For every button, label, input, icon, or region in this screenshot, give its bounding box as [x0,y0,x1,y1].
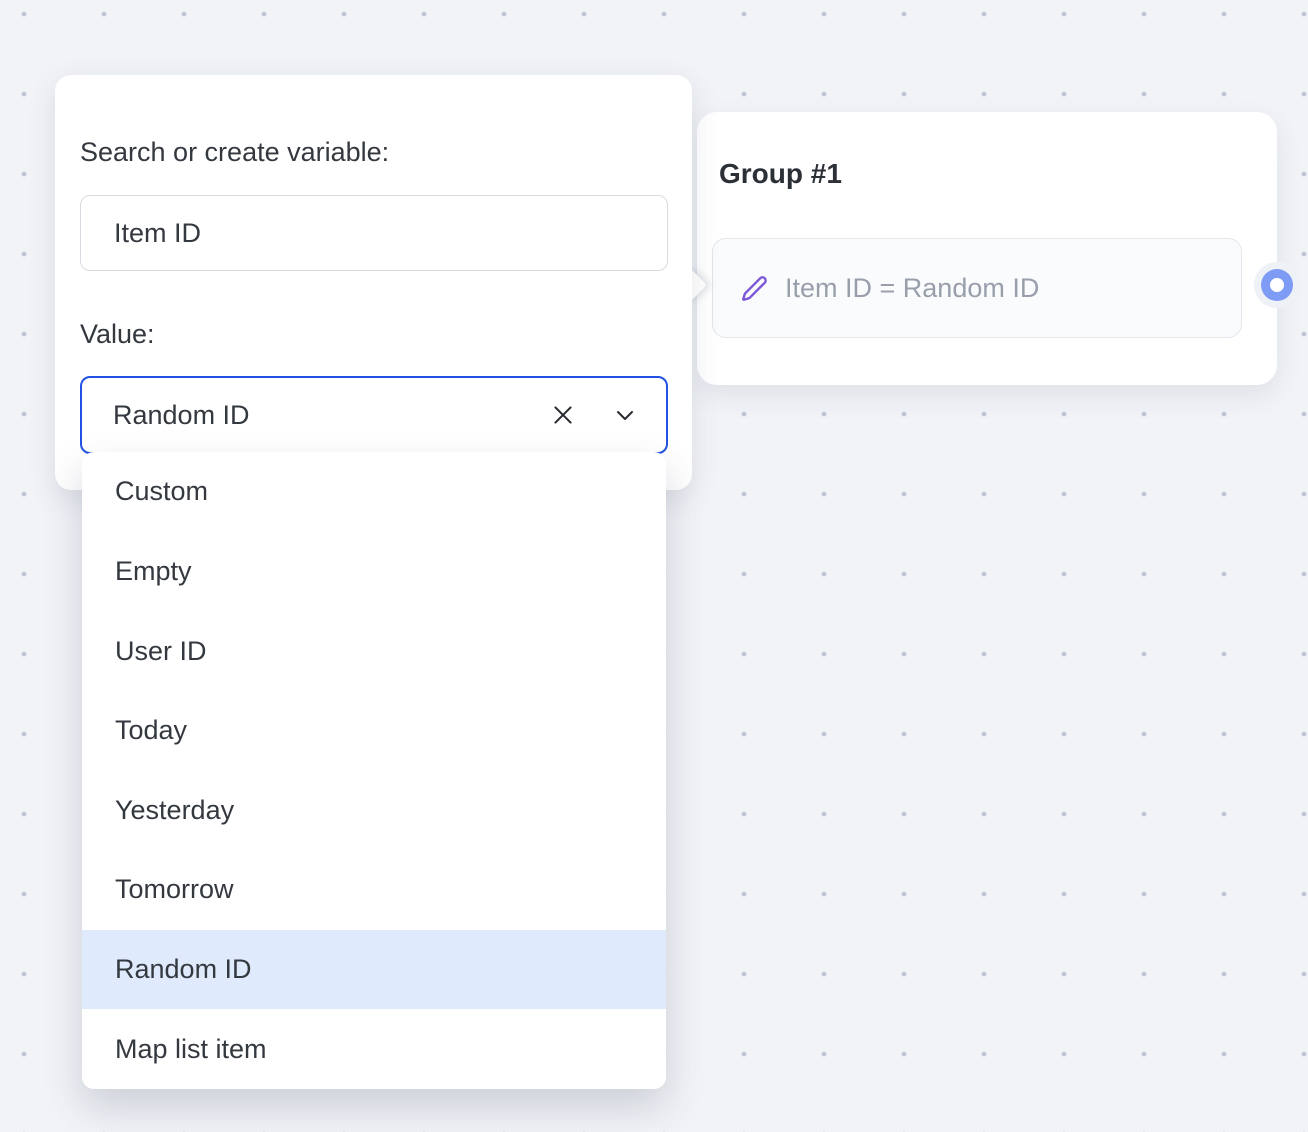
connector-hole [1270,278,1284,292]
dropdown-option-label: Empty [115,556,192,587]
group-title: Group #1 [719,158,842,190]
dropdown-option[interactable]: Yesterday [82,771,666,851]
dropdown-option-label: Yesterday [115,795,234,826]
search-variable-label: Search or create variable: [80,137,692,168]
dropdown-option[interactable]: Empty [82,532,666,612]
dropdown-option[interactable]: Today [82,691,666,771]
dropdown-option-label: Random ID [115,954,252,985]
clear-value-button[interactable] [548,400,578,430]
x-clear-icon [550,402,576,428]
value-label: Value: [80,319,692,350]
connector-ring [1261,269,1293,301]
open-dropdown-button[interactable] [612,402,638,428]
flow-canvas[interactable]: { "colors": { "canvas_bg": "#f1f3f7", "g… [0,0,1308,1132]
dropdown-option[interactable]: User ID [82,611,666,691]
dropdown-option[interactable]: Random ID [82,930,666,1010]
connector-port[interactable] [1254,262,1300,308]
dropdown-option-label: Custom [115,476,208,507]
variable-popup: Search or create variable: Value: Random… [55,75,692,490]
value-combobox-selected: Random ID [82,400,548,431]
dropdown-option[interactable]: Custom [82,452,666,532]
dropdown-option-label: Tomorrow [115,874,234,905]
dropdown-option-label: Map list item [115,1034,267,1065]
value-dropdown: Custom Empty User ID Today Yesterday Tom… [82,452,666,1089]
dropdown-option[interactable]: Tomorrow [82,850,666,930]
dropdown-option-label: Today [115,715,187,746]
pencil-icon [741,275,768,302]
chevron-down-icon [613,403,637,427]
dropdown-option[interactable]: Map list item [82,1009,666,1089]
dropdown-option-label: User ID [115,636,207,667]
condition-chip-label: Item ID = Random ID [785,273,1039,304]
condition-chip[interactable]: Item ID = Random ID [712,238,1242,338]
variable-search-input[interactable] [80,195,668,271]
value-combobox[interactable]: Random ID [80,376,668,454]
group-card: Group #1 Item ID = Random ID [697,112,1277,385]
